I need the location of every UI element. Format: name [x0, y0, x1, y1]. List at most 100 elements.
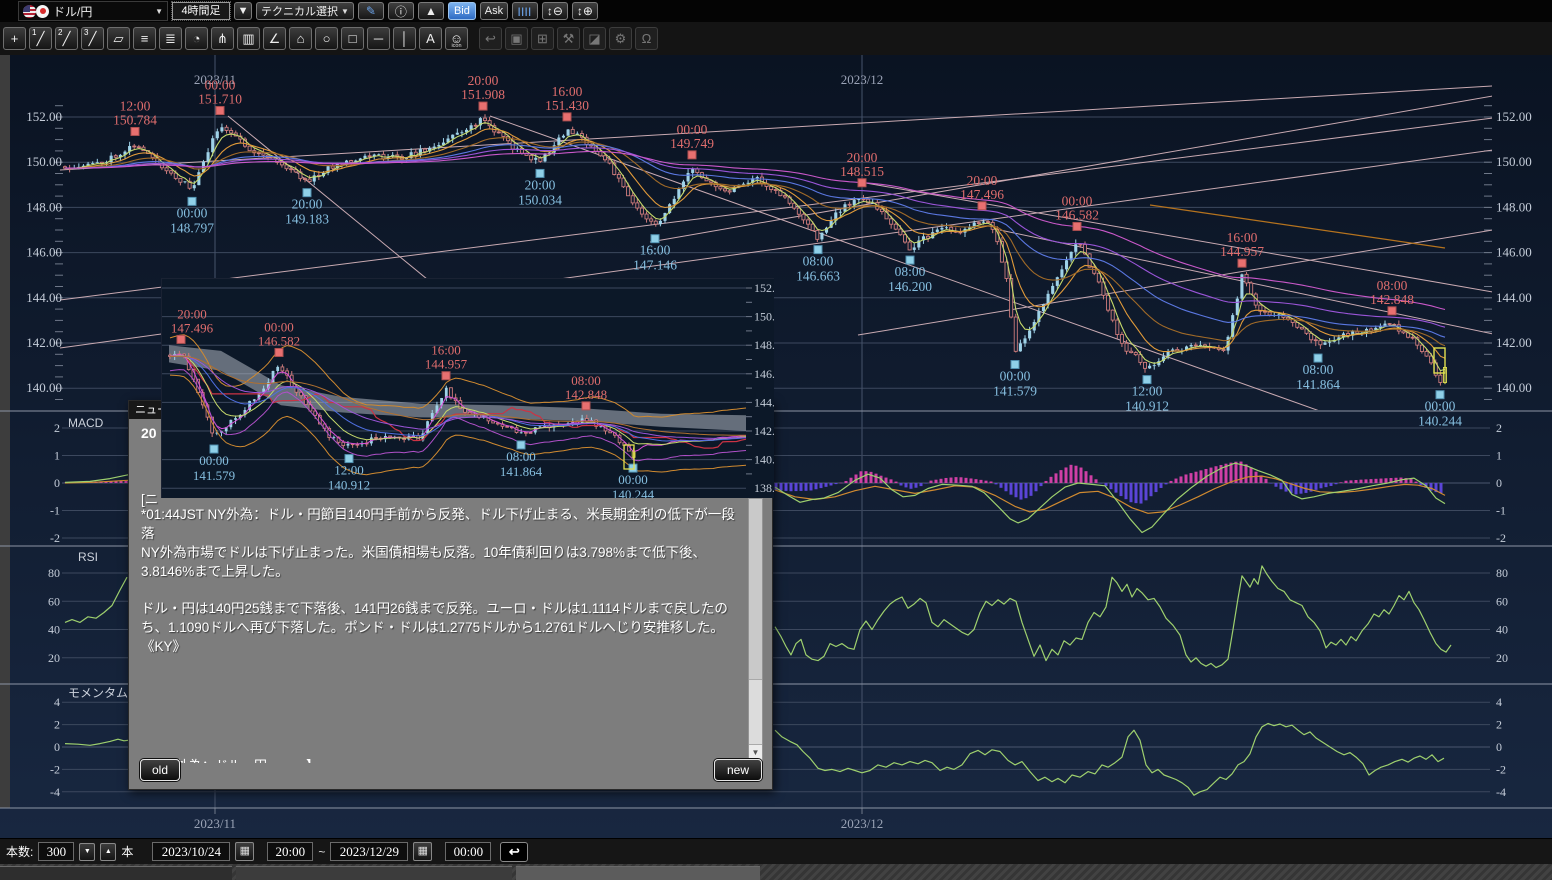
momentum-axis-label: -4	[1496, 785, 1506, 799]
mini-chart-canvas[interactable]: 20:00147.49600:00146.58216:00144.95708:0…	[162, 279, 774, 498]
mini-low-time-label: 00:00	[199, 453, 229, 468]
swing-high-marker	[978, 202, 986, 210]
rsi-axis-label: 60	[48, 594, 60, 608]
bid-button[interactable]: Bid	[448, 2, 476, 20]
tool-gann-fan-icon: ◔	[193, 31, 201, 46]
taskbar[interactable]	[0, 864, 1552, 880]
candle-chart-button-icon: ||||	[518, 6, 532, 16]
old-news-button[interactable]: old	[140, 759, 180, 781]
price-axis-label: 150.00	[26, 154, 62, 169]
momentum-axis-label: 2	[54, 718, 60, 732]
bar-count-label: 本数:	[6, 843, 33, 860]
tool-crosshair[interactable]: +	[3, 27, 26, 50]
tool-icon-stamp[interactable]: ☺icon	[445, 27, 468, 50]
tool-ruler[interactable]: ▱	[107, 27, 130, 50]
mini-price-axis-label: 144.	[754, 395, 774, 409]
taskbar-tab-2[interactable]	[236, 866, 512, 880]
mini-low-time-label: 00:00	[618, 472, 648, 487]
swing-low-time-label: 00:00	[1000, 369, 1031, 384]
tool-text[interactable]: A	[419, 27, 442, 50]
draw-pencil-button-icon: ✎	[366, 4, 376, 18]
mini-high-price-label: 142.848	[565, 387, 607, 402]
technical-select-button[interactable]: テクニカル選択▼	[256, 2, 354, 20]
mini-price-axis-label: 152.	[754, 281, 774, 295]
tool-trendline-3[interactable]: ╱3	[81, 27, 104, 50]
swing-low-time-label: 20:00	[525, 177, 556, 192]
info-button-icon: ⓘ	[395, 3, 407, 20]
tool-rectangle[interactable]: □	[341, 27, 364, 50]
mini-high-time-label: 00:00	[264, 319, 294, 334]
tool-settings-icon: ⚙	[615, 31, 627, 47]
currency-pair-select[interactable]: ドル/円▼	[18, 1, 168, 21]
swing-low-marker	[303, 189, 311, 197]
us-flag-icon	[23, 5, 36, 18]
tool-trendline-2[interactable]: ╱2	[55, 27, 78, 50]
taskbar-tab-3[interactable]	[516, 866, 760, 880]
area-chart-button[interactable]: ▲	[418, 2, 444, 20]
swing-high-time-label: 20:00	[847, 150, 878, 165]
swing-high-price-label: 146.582	[1055, 207, 1099, 222]
zoom-in-button[interactable]: ↕⊕	[572, 2, 598, 20]
swing-high-price-label: 150.784	[113, 112, 157, 127]
area-chart-button-icon: ▲	[425, 4, 437, 18]
news-scrollbar[interactable]: ▼	[748, 498, 763, 761]
tool-angle-line[interactable]: ∠	[263, 27, 286, 50]
tool-number-label: 1	[32, 28, 36, 37]
tool-time-lines[interactable]: ▥	[237, 27, 260, 50]
tool-pan: ⊞	[531, 27, 554, 50]
bar-count-input[interactable]: 300	[38, 842, 74, 861]
chevron-down-icon: ▼	[341, 7, 349, 16]
swing-high-marker	[216, 107, 224, 115]
macd-axis-label: -1	[1496, 504, 1506, 518]
refresh-button[interactable]: ↩	[500, 842, 528, 862]
new-news-button[interactable]: new	[714, 759, 762, 781]
month-label-bottom: 2023/12	[841, 816, 884, 831]
from-date-input[interactable]: 2023/10/24	[152, 842, 230, 861]
ask-button[interactable]: Ask	[480, 2, 508, 20]
tool-pentagon[interactable]: ⌂	[289, 27, 312, 50]
swing-high-marker	[1238, 259, 1246, 267]
swing-low-marker	[1011, 361, 1019, 369]
tool-horizontal-line[interactable]: ─	[367, 27, 390, 50]
tool-vertical-line[interactable]: │	[393, 27, 416, 50]
swing-high-marker	[858, 179, 866, 187]
tool-vertical-line-icon: │	[400, 31, 408, 46]
info-button[interactable]: ⓘ	[388, 2, 414, 20]
tool-fib-expansion[interactable]: ≣	[159, 27, 182, 50]
count-decrease-button[interactable]: ▼	[79, 843, 95, 861]
bottom-control-bar: 本数: 300 ▼ ▲ 本 2023/10/24 ▦ 20:00 ~ 2023/…	[0, 838, 1552, 864]
momentum-axis-label: -2	[50, 762, 60, 776]
from-time-input[interactable]: 20:00	[267, 842, 313, 861]
scroll-down-button[interactable]: ▼	[749, 744, 762, 760]
tool-copy-icon: ▣	[510, 31, 522, 47]
mini-chart-window[interactable]: 20:00147.49600:00146.58216:00144.95708:0…	[161, 278, 774, 498]
taskbar-tab-1[interactable]	[0, 866, 232, 880]
zoom-out-button[interactable]: ↕⊖	[542, 2, 568, 20]
from-date-calendar-button[interactable]: ▦	[235, 842, 254, 861]
tool-fan-lines[interactable]: ⋔	[211, 27, 234, 50]
tool-gann-fan[interactable]: ◔	[185, 27, 208, 50]
to-time-input[interactable]: 00:00	[445, 842, 491, 861]
timeframe-caret-button[interactable]: ▼	[234, 2, 252, 20]
draw-pencil-button[interactable]: ✎	[358, 2, 384, 20]
tool-crosshair-icon: +	[11, 31, 19, 46]
swing-high-price-label: 142.848	[1370, 292, 1414, 307]
candle-chart-button[interactable]: ||||	[512, 2, 538, 20]
mini-high-price-label: 146.582	[258, 333, 300, 348]
timeframe-caret-button-icon: ▼	[238, 5, 249, 17]
macd-axis-label: 0	[1496, 476, 1502, 490]
month-label-bottom: 2023/11	[194, 816, 236, 831]
japan-flag-icon	[36, 5, 49, 18]
to-date-input[interactable]: 2023/12/29	[330, 842, 408, 861]
price-axis-label: 144.00	[1496, 290, 1532, 305]
count-increase-button[interactable]: ▲	[100, 843, 116, 861]
tool-circle-icon: ○	[323, 31, 331, 46]
scrollbar-thumb[interactable]	[749, 499, 762, 680]
tool-trendline-1[interactable]: ╱1	[29, 27, 52, 50]
to-date-calendar-button[interactable]: ▦	[413, 842, 432, 861]
mini-price-axis-label: 140.	[754, 453, 774, 467]
tool-circle[interactable]: ○	[315, 27, 338, 50]
tool-fib-retracement[interactable]: ≡	[133, 27, 156, 50]
tool-magnet-icon: Ω	[642, 31, 652, 46]
timeframe-display[interactable]: 4時間足	[172, 2, 230, 20]
